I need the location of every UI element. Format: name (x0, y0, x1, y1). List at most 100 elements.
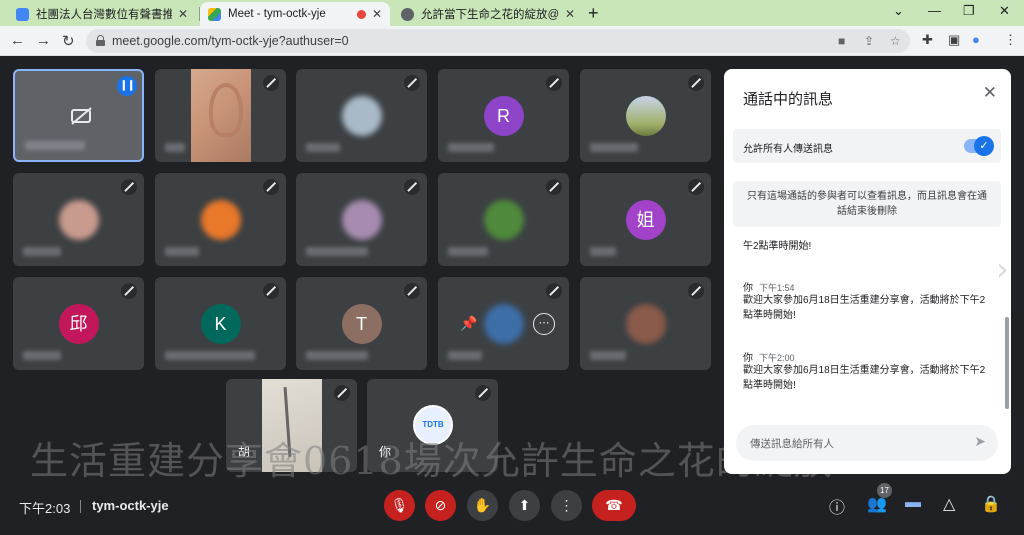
participant-tile[interactable]: T (296, 277, 427, 370)
participant-tile[interactable] (13, 173, 144, 266)
participant-video (262, 379, 322, 472)
participant-name-blurred (306, 143, 340, 152)
browser-tab-3[interactable]: 允許當下生命之花的綻放@本年 ✕ (393, 2, 583, 26)
participant-name-blurred (448, 351, 482, 360)
chat-notice: 只有這場通話的參與者可以查看訊息，而且訊息會在通話結束後刪除 (733, 181, 1001, 227)
minimize-icon[interactable]: — (928, 3, 941, 18)
chat-scrollbar[interactable] (1005, 317, 1009, 409)
chat-message-text: 午2點準時開始! (743, 241, 812, 252)
back-arrow-icon[interactable]: ← (10, 32, 25, 49)
chevron-right-icon[interactable]: › (996, 250, 1009, 288)
lock-icon (96, 35, 105, 46)
end-call-icon: ☎ (605, 497, 623, 513)
avatar (625, 303, 666, 344)
message-input[interactable]: 傳送訊息給所有人 (750, 436, 834, 451)
browser-tab-2[interactable]: Meet - tym-octk-yje ✕ (200, 2, 390, 26)
chat-icon[interactable]: ▬ (905, 494, 921, 512)
present-icon: ⬆ (518, 497, 531, 513)
chat-compose-box[interactable]: 傳送訊息給所有人 ➤ (736, 425, 998, 461)
url-text[interactable]: meet.google.com/tym-octk-yje?authuser=0 (112, 34, 349, 48)
more-options-button[interactable]: ⋮ (551, 490, 582, 521)
participant-name-blurred (590, 351, 626, 360)
window-close-icon[interactable]: ✕ (999, 3, 1010, 19)
info-icon[interactable]: ⓘ (829, 494, 845, 518)
participant-name-blurred (306, 247, 368, 256)
camera-in-use-icon[interactable]: ■ (838, 34, 845, 48)
avatar: 邱 (58, 303, 99, 344)
mic-off-icon (546, 179, 562, 195)
browser-tab-1[interactable]: 社團法人台灣數位有聲書推展學 ✕ (8, 2, 196, 26)
participant-tile[interactable] (580, 69, 711, 162)
participant-tile[interactable] (580, 277, 711, 370)
mic-off-icon (688, 75, 704, 91)
participant-tile[interactable]: 邱 (13, 277, 144, 370)
address-bar[interactable]: meet.google.com/tym-octk-yje?authuser=0 … (86, 29, 910, 53)
chat-message-meta: 你下午1:54 (743, 279, 795, 294)
chat-message-text: 歡迎大家參加6月18日生活重建分享會，活動將於下午2點準時開始! (743, 365, 986, 391)
forward-arrow-icon[interactable]: → (36, 32, 51, 49)
avatar: R (483, 95, 524, 136)
share-icon[interactable]: ⇪ (864, 34, 874, 48)
meeting-code: tym-octk-yje (92, 498, 169, 513)
avatar (341, 95, 382, 136)
participant-tile[interactable]: ❙❙ (13, 69, 144, 162)
allow-messages-toggle[interactable]: ✓ (964, 136, 994, 156)
participant-name-blurred (23, 351, 61, 360)
people-icon[interactable]: 👥 (867, 494, 887, 514)
profile-avatar-icon[interactable]: ● (972, 32, 980, 47)
mic-off-icon (404, 75, 420, 91)
end-call-button[interactable]: ☎ (592, 490, 636, 521)
tab-title: Meet - tym-octk-yje (228, 8, 326, 20)
tab-close-icon[interactable]: ✕ (178, 7, 188, 21)
self-tile[interactable]: TDTB 你 (367, 379, 498, 472)
present-button[interactable]: ⬆ (509, 490, 540, 521)
raise-hand-icon: ✋ (473, 497, 492, 513)
current-time: 下午2:03 (19, 501, 71, 516)
avatar: K (200, 303, 241, 344)
pin-icon[interactable]: 📌 (460, 315, 477, 332)
reload-icon[interactable]: ↻ (62, 32, 75, 50)
participant-name-blurred (306, 351, 368, 360)
participant-tile[interactable]: K (155, 277, 286, 370)
close-icon[interactable]: ✕ (983, 83, 997, 103)
mic-off-icon (121, 283, 137, 299)
raise-hand-button[interactable]: ✋ (467, 490, 498, 521)
mic-off-icon (404, 283, 420, 299)
browser-menu-icon[interactable]: ⋮ (1004, 32, 1017, 48)
tab-close-icon[interactable]: ✕ (372, 7, 382, 21)
participant-tile[interactable]: R (438, 69, 569, 162)
participant-name-blurred (165, 247, 199, 256)
participant-tile[interactable] (296, 173, 427, 266)
speaking-indicator-icon: ❙❙ (117, 76, 137, 96)
participant-name: 胡 (238, 445, 251, 459)
camera-toggle-button[interactable]: ⊘ (425, 490, 456, 521)
host-controls-icon[interactable]: 🔒 (981, 494, 1001, 514)
bookmark-star-icon[interactable]: ☆ (890, 34, 901, 48)
participant-tile[interactable] (296, 69, 427, 162)
tab-search-icon[interactable]: ⌄ (893, 3, 904, 19)
message-time: 下午1:54 (759, 283, 795, 293)
more-vert-icon: ⋮ (559, 497, 574, 513)
side-panel-icon[interactable]: ▣ (948, 32, 960, 48)
new-tab-button[interactable]: + (588, 3, 599, 24)
mic-off-icon (688, 283, 704, 299)
globe-favicon-icon (401, 7, 414, 21)
participant-tile[interactable]: 姐 (580, 173, 711, 266)
mic-toggle-button[interactable]: 🎙 (384, 490, 415, 521)
activities-icon[interactable]: △ (943, 494, 955, 514)
avatar (625, 95, 666, 136)
participant-name-blurred (590, 247, 616, 256)
send-icon[interactable]: ➤ (974, 433, 986, 450)
participant-name-blurred (590, 143, 638, 152)
tab-close-icon[interactable]: ✕ (565, 7, 575, 21)
participant-tile-hovered[interactable]: 📌 ⋯ (438, 277, 569, 370)
tab-title: 允許當下生命之花的綻放@本年 (421, 9, 559, 21)
more-options-icon[interactable]: ⋯ (533, 313, 555, 335)
restore-icon[interactable]: ❐ (963, 3, 975, 19)
extensions-puzzle-icon[interactable]: ✚ (922, 32, 933, 48)
participant-tile[interactable] (155, 69, 286, 162)
participant-tile[interactable] (155, 173, 286, 266)
participant-tile[interactable] (438, 173, 569, 266)
camera-off-icon (71, 109, 91, 123)
participant-tile[interactable]: 胡 (226, 379, 357, 472)
